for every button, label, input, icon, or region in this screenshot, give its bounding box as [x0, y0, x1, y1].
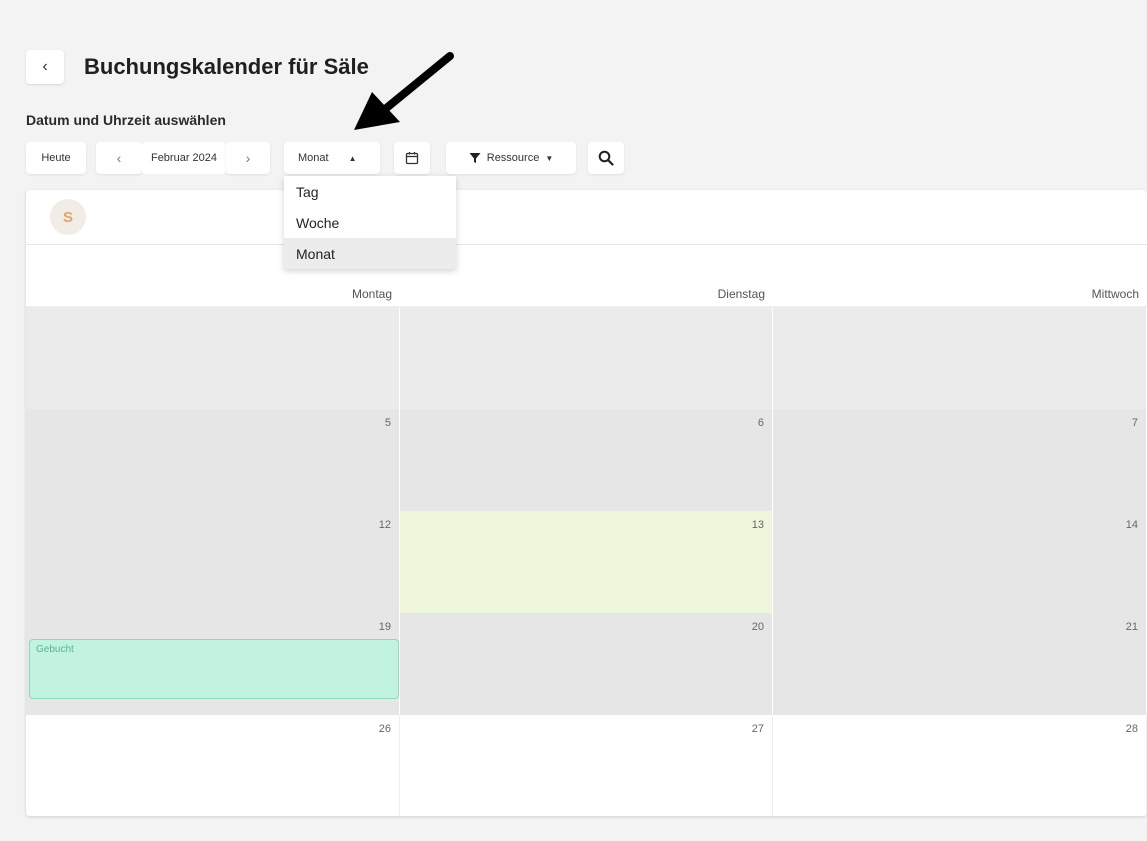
menu-item-woche[interactable]: Woche: [284, 207, 456, 238]
annotation-arrow-icon: [354, 52, 454, 130]
current-month-label: Februar 2024: [142, 142, 226, 174]
menu-item-tag[interactable]: Tag: [284, 176, 456, 207]
day-cell[interactable]: [400, 307, 773, 409]
view-select-label: Monat: [298, 152, 329, 164]
date-picker-button[interactable]: [394, 142, 430, 174]
view-select-button[interactable]: Monat ▲: [284, 142, 380, 174]
week-row: 26 27 28: [26, 715, 1147, 816]
caret-down-icon: ▼: [545, 153, 554, 163]
weekday-label: Mittwoch: [1091, 287, 1139, 301]
today-button[interactable]: Heute: [26, 142, 86, 174]
weekday-header: Montag Dienstag Mittwoch: [26, 245, 1147, 307]
day-cell[interactable]: 6: [400, 409, 773, 511]
chevron-right-icon: ›: [245, 150, 251, 166]
week-row: [26, 307, 1147, 409]
resource-bar: S: [26, 190, 1147, 245]
day-cell[interactable]: [773, 307, 1147, 409]
day-cell[interactable]: 26: [26, 715, 400, 816]
calendar-toolbar: Heute ‹ Februar 2024 › Monat ▲ Ressource…: [26, 142, 646, 174]
week-row: 5 6 7: [26, 409, 1147, 511]
day-cell[interactable]: [26, 307, 400, 409]
day-cell[interactable]: 7: [773, 409, 1147, 511]
week-row: 12 13 14: [26, 511, 1147, 613]
day-cell[interactable]: 20: [400, 613, 773, 715]
page-header: ‹ Buchungskalender für Säle: [26, 50, 369, 84]
view-dropdown-menu: Tag Woche Monat: [284, 176, 456, 269]
resource-filter-label: Ressource: [486, 152, 540, 164]
day-cell[interactable]: 28: [773, 715, 1147, 816]
search-button[interactable]: [588, 142, 624, 174]
day-cell[interactable]: 5: [26, 409, 400, 511]
day-cell-today[interactable]: 13: [400, 511, 773, 613]
calendar-icon: [405, 152, 419, 165]
booking-event[interactable]: Gebucht: [29, 639, 399, 699]
filter-icon: [469, 153, 481, 163]
back-button[interactable]: ‹: [26, 50, 64, 84]
page-title: Buchungskalender für Säle: [84, 54, 369, 79]
day-number: 19: [378, 621, 391, 633]
caret-up-icon: ▲: [348, 153, 357, 163]
prev-month-button[interactable]: ‹: [96, 142, 142, 174]
calendar-card: S Montag Dienstag Mittwoch 5 6 7 12 13 1…: [26, 190, 1147, 816]
week-row: 19 Gebucht 20 21: [26, 613, 1147, 715]
chevron-left-icon: ‹: [42, 58, 48, 75]
search-icon: [598, 150, 614, 166]
section-subtitle: Datum und Uhrzeit auswählen: [26, 112, 226, 128]
day-cell[interactable]: 12: [26, 511, 400, 613]
next-month-button[interactable]: ›: [226, 142, 270, 174]
day-cell[interactable]: 21: [773, 613, 1147, 715]
avatar[interactable]: S: [50, 199, 86, 235]
day-cell[interactable]: 27: [400, 715, 773, 816]
day-cell[interactable]: 14: [773, 511, 1147, 613]
chevron-left-icon: ‹: [116, 150, 122, 166]
resource-filter-button[interactable]: Ressource ▼: [446, 142, 576, 174]
menu-item-monat[interactable]: Monat: [284, 238, 456, 269]
day-cell[interactable]: 19 Gebucht: [26, 613, 400, 715]
